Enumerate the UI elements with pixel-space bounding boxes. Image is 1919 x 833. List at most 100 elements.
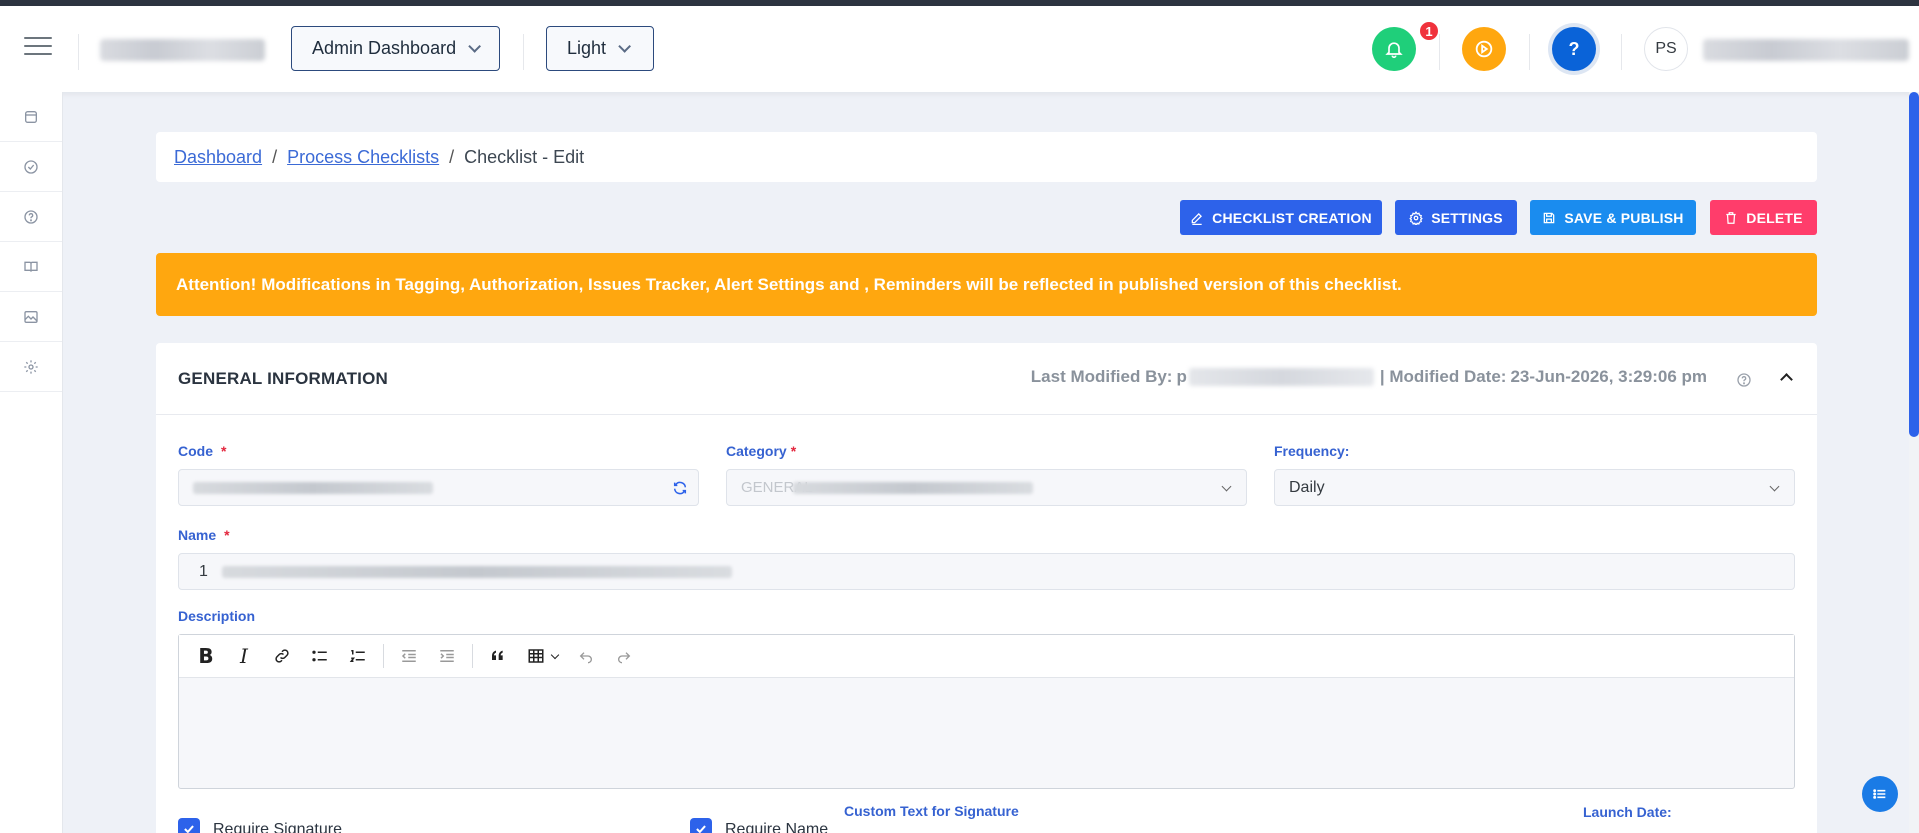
sidebar-item-library[interactable]	[0, 242, 62, 292]
breadcrumb-current: Checklist - Edit	[464, 146, 585, 167]
user-name-redacted	[1703, 39, 1909, 61]
divider	[1529, 34, 1530, 70]
avatar[interactable]: PS	[1644, 27, 1688, 71]
last-modified-label: Last Modified By:	[1030, 367, 1173, 386]
save-icon	[1544, 212, 1555, 223]
require-name-checkbox[interactable]	[690, 818, 712, 833]
last-modified-prefix: p	[1176, 367, 1187, 386]
toolbar-divider	[472, 644, 473, 668]
book-icon	[24, 261, 38, 272]
required-mark: *	[221, 443, 227, 459]
save-publish-button[interactable]: SAVE & PUBLISH	[1530, 200, 1696, 235]
divider	[78, 34, 79, 70]
breadcrumb-separator: /	[272, 146, 278, 167]
breadcrumb-separator: /	[449, 146, 455, 167]
database-icon	[25, 110, 37, 123]
required-mark: *	[224, 527, 230, 543]
settings-label: SETTINGS	[1431, 209, 1503, 226]
play-button[interactable]	[1462, 27, 1506, 71]
code-input[interactable]	[178, 469, 699, 506]
collapse-chevron-icon[interactable]	[1780, 373, 1793, 386]
frequency-label: Frequency:	[1274, 443, 1350, 459]
sidebar-item-help[interactable]	[0, 192, 62, 242]
modifier-name-redacted	[1188, 368, 1374, 386]
breadcrumb-link-dashboard[interactable]: Dashboard	[174, 147, 262, 168]
attention-alert: Attention! Modifications in Tagging, Aut…	[156, 253, 1817, 316]
sidebar-item-settings[interactable]	[0, 342, 62, 392]
modified-date-value: 23-Jun-2026, 3:29:06 pm	[1510, 367, 1707, 386]
category-label: Category *	[726, 443, 796, 459]
frequency-select[interactable]: Daily	[1274, 469, 1795, 506]
category-value-redacted	[792, 481, 1033, 494]
frequency-value: Daily	[1289, 478, 1325, 496]
panel-title: GENERAL INFORMATION	[178, 369, 388, 388]
checklist-creation-button[interactable]: CHECKLIST CREATION	[1180, 200, 1382, 235]
name-input[interactable]: 1	[178, 553, 1795, 590]
floating-list-button[interactable]	[1862, 776, 1898, 812]
refresh-icon[interactable]	[672, 480, 688, 496]
italic-button[interactable]: I	[227, 641, 261, 671]
image-icon	[24, 310, 38, 323]
save-publish-label: SAVE & PUBLISH	[1564, 209, 1684, 226]
edit-icon	[1191, 212, 1203, 225]
notifications-button[interactable]	[1372, 27, 1416, 71]
check-circle-icon	[24, 159, 38, 174]
require-name-label: Require Name	[725, 821, 829, 833]
modified-date-label: | Modified Date:	[1379, 367, 1507, 386]
scrollbar-thumb[interactable]	[1909, 92, 1919, 437]
name-value-redacted	[221, 565, 732, 578]
delete-button[interactable]: DELETE	[1710, 200, 1817, 235]
chevron-down-icon	[1769, 481, 1780, 492]
modification-meta: Last Modified By: p | Modified Date: 23-…	[1031, 367, 1707, 387]
breadcrumb-link-process-checklists[interactable]: Process Checklists	[287, 147, 439, 168]
checklist-creation-label: CHECKLIST CREATION	[1212, 209, 1372, 226]
italic-icon: I	[240, 644, 248, 668]
theme-select[interactable]: Light	[546, 26, 654, 71]
category-select[interactable]: GENERAL	[726, 469, 1247, 506]
sidebar-item-checklists[interactable]	[0, 142, 62, 192]
code-value-redacted	[193, 481, 433, 494]
description-label: Description	[178, 608, 256, 624]
company-name-redacted	[100, 39, 265, 61]
settings-button[interactable]: SETTINGS	[1395, 200, 1517, 235]
name-label-text: Name	[178, 527, 217, 543]
link-button[interactable]	[265, 641, 299, 671]
undo-button[interactable]	[569, 641, 603, 671]
description-editor[interactable]: B I	[178, 634, 1795, 789]
editor-toolbar: B I	[179, 635, 1794, 678]
redo-button[interactable]	[607, 641, 641, 671]
panel-header: GENERAL INFORMATION Last Modified By: p …	[156, 343, 1817, 415]
bell-icon	[1385, 42, 1403, 59]
divider	[1621, 34, 1622, 70]
indent-button[interactable]	[430, 641, 464, 671]
help-button[interactable]: ?	[1552, 27, 1596, 71]
bold-button[interactable]: B	[189, 641, 223, 671]
require-signature-label: Require Signature	[213, 821, 342, 833]
toolbar-divider	[383, 644, 384, 668]
chevron-down-icon	[468, 40, 482, 53]
trash-icon	[1726, 211, 1736, 224]
indent-icon	[440, 650, 454, 662]
divider	[523, 34, 524, 70]
checkmark-icon	[184, 825, 194, 833]
code-label: Code *	[178, 443, 226, 459]
code-label-text: Code	[178, 443, 213, 459]
table-icon	[528, 649, 544, 663]
menu-icon[interactable]	[24, 37, 52, 59]
help-circle-icon[interactable]	[1736, 372, 1752, 388]
sidebar-item-gallery[interactable]	[0, 292, 62, 342]
gear-icon	[24, 359, 38, 374]
page-scrollbar[interactable]	[1909, 92, 1919, 833]
play-circle-icon	[1475, 40, 1493, 58]
blockquote-button[interactable]	[481, 641, 515, 671]
dashboard-select-label: Admin Dashboard	[312, 38, 457, 58]
dashboard-select[interactable]: Admin Dashboard	[291, 26, 500, 71]
numbered-list-button[interactable]	[341, 641, 375, 671]
outdent-button[interactable]	[392, 641, 426, 671]
bullet-list-button[interactable]	[303, 641, 337, 671]
table-button[interactable]	[519, 641, 565, 671]
custom-signature-text-label: Custom Text for Signature	[844, 803, 1019, 819]
require-signature-checkbox[interactable]	[178, 818, 200, 833]
sidebar-item-storage[interactable]	[0, 92, 62, 142]
breadcrumb: Dashboard / Process Checklists / Checkli…	[156, 132, 1817, 182]
